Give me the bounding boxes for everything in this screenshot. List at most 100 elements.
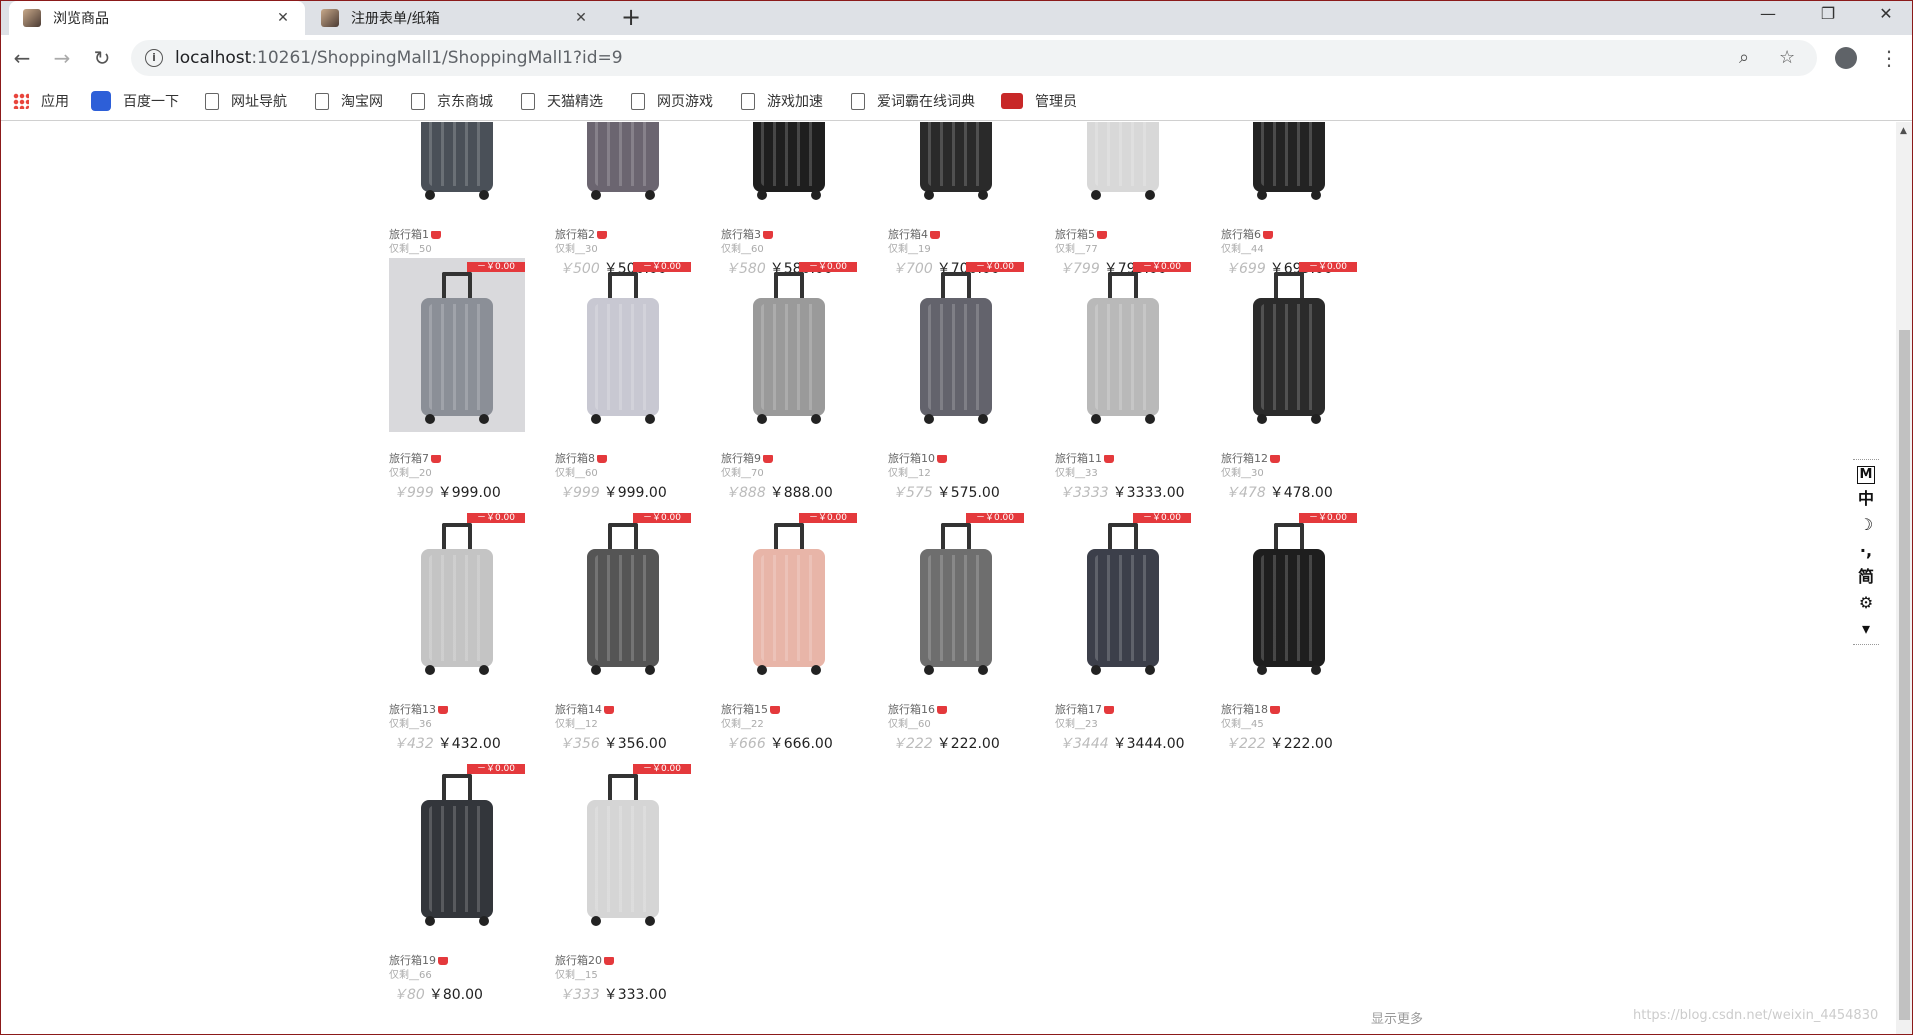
cart-icon[interactable] bbox=[937, 706, 947, 714]
cart-icon[interactable] bbox=[431, 455, 441, 463]
reload-icon[interactable]: ↻ bbox=[87, 43, 117, 73]
product-image[interactable]: －￥0.00 bbox=[1055, 509, 1191, 683]
cart-icon[interactable] bbox=[604, 706, 614, 714]
cart-icon[interactable] bbox=[438, 706, 448, 714]
cart-icon[interactable] bbox=[1104, 706, 1114, 714]
suitcase-picture bbox=[421, 122, 493, 200]
product-card[interactable]: －￥0.00 旅行箱9 仅剩__70 ￥888 ￥888.00 bbox=[721, 258, 861, 508]
window-close-icon[interactable]: ✕ bbox=[1863, 1, 1909, 31]
product-card[interactable]: －￥0.00 旅行箱13 仅剩__36 ￥432 ￥432.00 bbox=[389, 509, 529, 759]
product-card[interactable]: －￥0.00 旅行箱8 仅剩__60 ￥999 ￥999.00 bbox=[555, 258, 695, 508]
tab-close-icon[interactable]: ✕ bbox=[275, 10, 291, 26]
cart-icon[interactable] bbox=[1270, 706, 1280, 714]
restore-icon[interactable]: ❐ bbox=[1805, 1, 1851, 31]
cart-icon[interactable] bbox=[431, 231, 441, 239]
new-tab-button[interactable]: + bbox=[617, 3, 645, 31]
price-row: ￥575 ￥575.00 bbox=[892, 482, 1000, 502]
product-image[interactable]: －￥0.00 bbox=[721, 258, 857, 432]
bookmark-admin[interactable]: 管理员 bbox=[1001, 89, 1077, 113]
product-card[interactable]: －￥0.00 旅行箱14 仅剩__12 ￥356 ￥356.00 bbox=[555, 509, 695, 759]
cart-icon[interactable] bbox=[930, 231, 940, 239]
product-image[interactable] bbox=[555, 122, 691, 208]
bookmark-url-nav[interactable]: 网址导航 bbox=[205, 89, 287, 113]
product-image[interactable]: －￥0.00 bbox=[555, 760, 691, 934]
cart-icon[interactable] bbox=[604, 957, 614, 965]
cart-icon[interactable] bbox=[770, 706, 780, 714]
product-image[interactable]: －￥0.00 bbox=[888, 509, 1024, 683]
product-card[interactable]: －￥0.00 旅行箱17 仅剩__23 ￥3444 ￥3444.00 bbox=[1055, 509, 1195, 759]
ime-settings-gear-icon[interactable]: ⚙ bbox=[1853, 590, 1879, 616]
menu-kebab-icon[interactable]: ⋮ bbox=[1879, 45, 1899, 71]
price-row: ￥80 ￥80.00 bbox=[393, 984, 483, 1004]
page-scrollbar[interactable]: ▲ bbox=[1896, 122, 1912, 1034]
cart-icon[interactable] bbox=[1104, 455, 1114, 463]
stock-remaining: 仅剩__19 bbox=[888, 244, 931, 255]
profile-avatar-icon[interactable] bbox=[1835, 47, 1857, 69]
cart-icon[interactable] bbox=[763, 455, 773, 463]
bookmark-taobao[interactable]: 淘宝网 bbox=[315, 89, 383, 113]
product-image[interactable]: －￥0.00 bbox=[1221, 509, 1357, 683]
product-card[interactable]: －￥0.00 旅行箱10 仅剩__12 ￥575 ￥575.00 bbox=[888, 258, 1028, 508]
product-image[interactable] bbox=[888, 122, 1024, 208]
tab-register-form[interactable]: 注册表单/纸箱 ✕ bbox=[307, 1, 603, 35]
product-image[interactable] bbox=[1221, 122, 1357, 208]
ime-simplified-button[interactable]: 简 bbox=[1853, 564, 1879, 590]
cart-icon[interactable] bbox=[1270, 455, 1280, 463]
ime-more-icon[interactable]: ▾ bbox=[1853, 616, 1879, 642]
ime-halfwidth-moon-icon[interactable]: ☽ bbox=[1853, 512, 1879, 538]
bookmark-game-accel[interactable]: 游戏加速 bbox=[741, 89, 823, 113]
bookmark-star-icon[interactable]: ☆ bbox=[1779, 40, 1795, 76]
cart-icon[interactable] bbox=[597, 231, 607, 239]
ime-language-button[interactable]: 中 bbox=[1853, 486, 1879, 512]
product-image[interactable]: －￥0.00 bbox=[1055, 258, 1191, 432]
product-image[interactable] bbox=[389, 122, 525, 208]
cart-icon[interactable] bbox=[438, 957, 448, 965]
cart-icon[interactable] bbox=[1263, 231, 1273, 239]
cart-icon[interactable] bbox=[597, 455, 607, 463]
minimize-icon[interactable]: — bbox=[1745, 1, 1791, 31]
discount-badge: －￥0.00 bbox=[799, 513, 857, 523]
forward-icon[interactable]: → bbox=[47, 43, 77, 73]
zoom-icon[interactable]: ⌕ bbox=[1739, 40, 1749, 76]
stock-remaining: 仅剩__12 bbox=[555, 719, 598, 730]
bookmark-iciba[interactable]: 爱词霸在线词典 bbox=[851, 89, 975, 113]
product-image[interactable]: －￥0.00 bbox=[555, 509, 691, 683]
product-image[interactable]: －￥0.00 bbox=[1221, 258, 1357, 432]
site-info-icon[interactable]: i bbox=[145, 49, 163, 67]
product-card[interactable]: －￥0.00 旅行箱11 仅剩__33 ￥3333 ￥3333.00 bbox=[1055, 258, 1195, 508]
tab-close-icon[interactable]: ✕ bbox=[573, 10, 589, 26]
product-image[interactable]: －￥0.00 bbox=[389, 509, 525, 683]
product-image[interactable] bbox=[721, 122, 857, 208]
cart-icon[interactable] bbox=[937, 455, 947, 463]
product-card[interactable]: －￥0.00 旅行箱7 仅剩__20 ￥999 ￥999.00 bbox=[389, 258, 529, 508]
product-card[interactable]: －￥0.00 旅行箱18 仅剩__45 ￥222 ￥222.00 bbox=[1221, 509, 1361, 759]
back-icon[interactable]: ← bbox=[7, 43, 37, 73]
bookmark-jd[interactable]: 京东商城 bbox=[411, 89, 493, 113]
product-card[interactable]: －￥0.00 旅行箱19 仅剩__66 ￥80 ￥80.00 bbox=[389, 760, 529, 1010]
product-image[interactable]: －￥0.00 bbox=[389, 258, 525, 432]
ime-punctuation-button[interactable]: ·, bbox=[1853, 538, 1879, 564]
product-card[interactable]: －￥0.00 旅行箱20 仅剩__15 ￥333 ￥333.00 bbox=[555, 760, 695, 1010]
product-card[interactable]: －￥0.00 旅行箱12 仅剩__30 ￥478 ￥478.00 bbox=[1221, 258, 1361, 508]
scrollbar-thumb[interactable] bbox=[1899, 330, 1910, 1020]
bookmark-apps[interactable]: 应用 bbox=[13, 89, 69, 113]
cart-icon[interactable] bbox=[763, 231, 773, 239]
scroll-up-icon[interactable]: ▲ bbox=[1900, 126, 1907, 136]
show-more-link[interactable]: 显示更多 bbox=[1371, 1008, 1423, 1027]
bookmark-web-games[interactable]: 网页游戏 bbox=[631, 89, 713, 113]
product-image[interactable]: －￥0.00 bbox=[389, 760, 525, 934]
bookmark-tmall[interactable]: 天猫精选 bbox=[521, 89, 603, 113]
tab-favicon-icon bbox=[321, 9, 339, 27]
tab-browse-products[interactable]: 浏览商品 ✕ bbox=[9, 1, 305, 35]
bookmark-baidu[interactable]: 百度一下 bbox=[91, 89, 179, 113]
address-bar[interactable]: i localhost:10261/ShoppingMall1/Shopping… bbox=[131, 40, 1817, 76]
url-text[interactable]: localhost:10261/ShoppingMall1/ShoppingMa… bbox=[175, 48, 623, 68]
product-card[interactable]: －￥0.00 旅行箱15 仅剩__22 ￥666 ￥666.00 bbox=[721, 509, 861, 759]
product-image[interactable] bbox=[1055, 122, 1191, 208]
ime-mode-button[interactable]: M bbox=[1853, 460, 1879, 486]
product-image[interactable]: －￥0.00 bbox=[555, 258, 691, 432]
cart-icon[interactable] bbox=[1097, 231, 1107, 239]
product-image[interactable]: －￥0.00 bbox=[888, 258, 1024, 432]
product-image[interactable]: －￥0.00 bbox=[721, 509, 857, 683]
product-card[interactable]: －￥0.00 旅行箱16 仅剩__60 ￥222 ￥222.00 bbox=[888, 509, 1028, 759]
